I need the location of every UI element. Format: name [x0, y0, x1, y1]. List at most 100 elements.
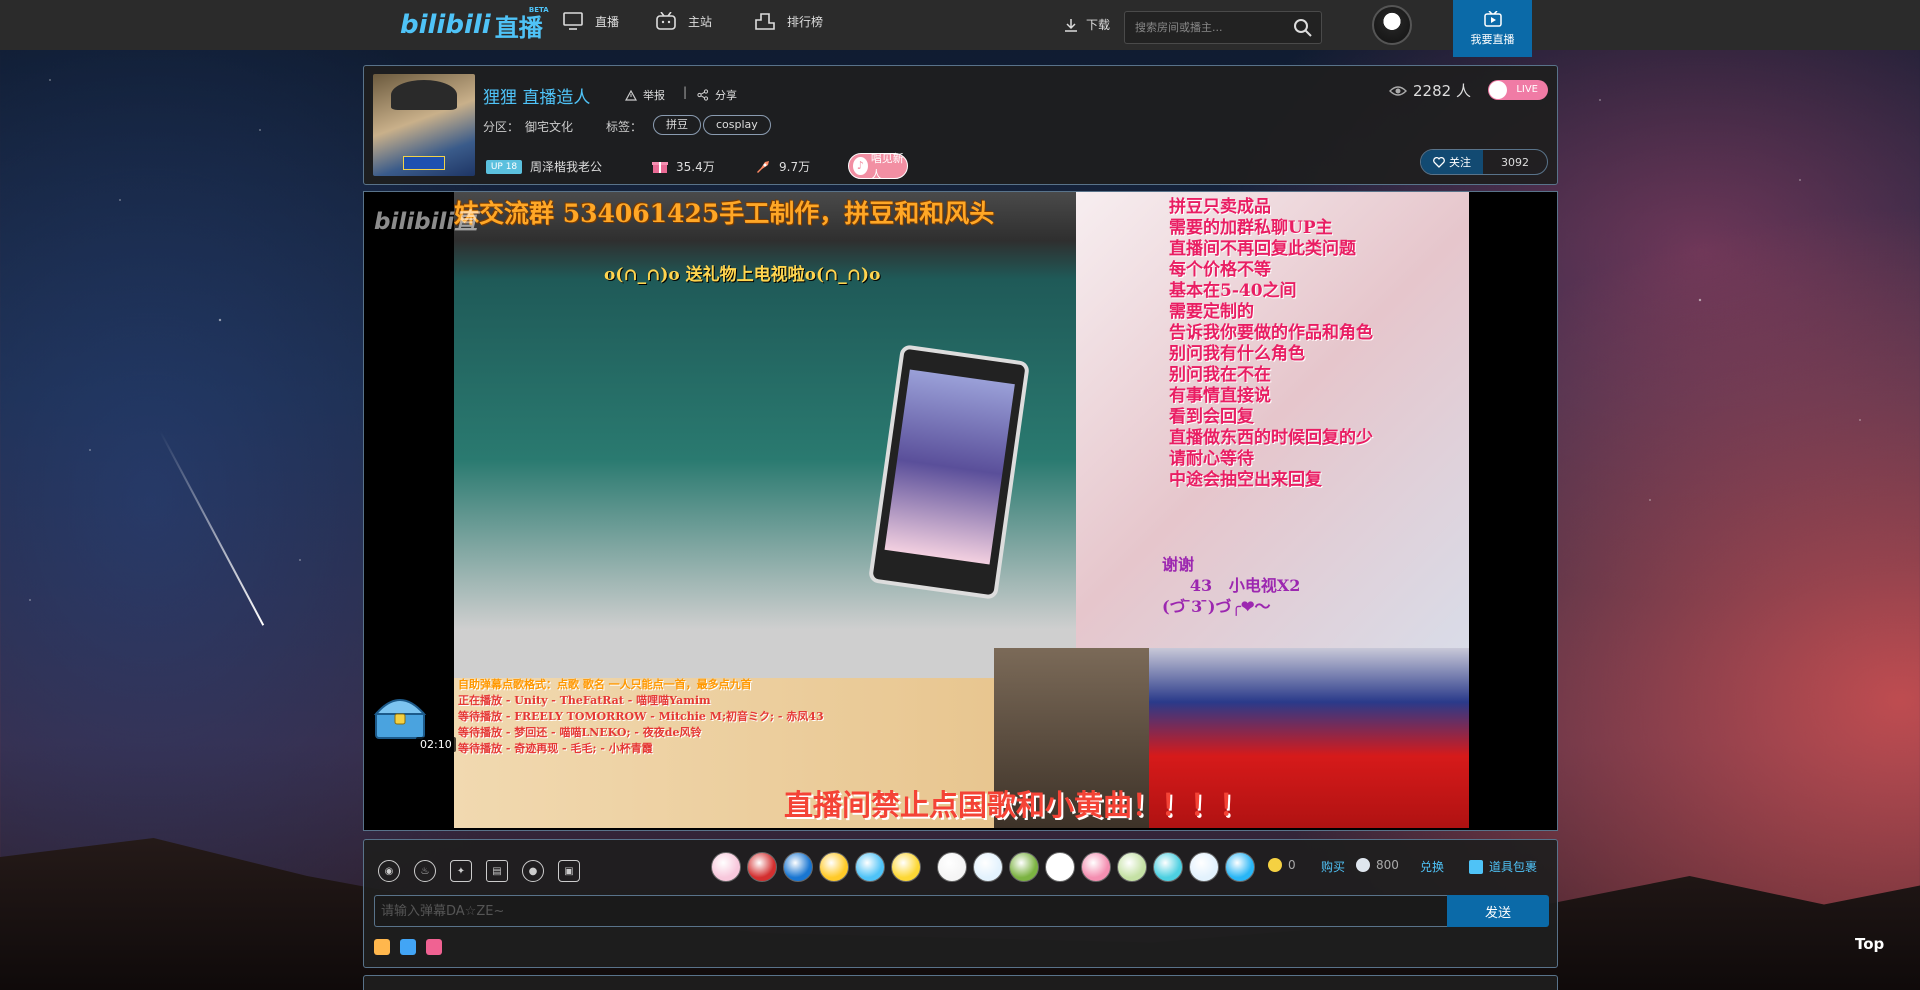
gift-item[interactable] [1045, 852, 1075, 882]
gold-seed-icon [1268, 858, 1282, 872]
separator: | [683, 85, 688, 99]
gift-item[interactable] [855, 852, 885, 882]
top-navbar: bilibili 直播 BETA 直播 主站 排行榜 下载 我要直播 [0, 0, 1920, 57]
download-link[interactable]: 下载 [1064, 16, 1110, 33]
tags-label: 标签： [606, 120, 643, 134]
gift-icon [652, 161, 668, 173]
live-badge-text: LIVE [1516, 84, 1538, 95]
viewer-count-text: 2282 人 [1413, 82, 1471, 100]
cover-hat-shape [391, 80, 457, 110]
nav-item-label: 主站 [688, 14, 713, 29]
share-icon [697, 89, 709, 101]
gift-count: 35.4万 [676, 160, 715, 174]
song-queue: 自助弹幕点歌格式：点歌 歌名 一人只能点一首，最多点九首 正在播放 - Unit… [458, 677, 824, 757]
mini-icon-2[interactable] [400, 939, 416, 955]
gift-item[interactable] [747, 852, 777, 882]
mini-icon-1[interactable] [374, 939, 390, 955]
exchange-link[interactable]: 兑换 [1420, 858, 1444, 875]
follower-count: 3092 [1501, 155, 1529, 169]
video-rules-text: 拼豆只卖成品 需要的加群私聊UP主 直播间不再回复此类问题 每个价格不等 基本在… [1169, 197, 1373, 490]
rocket-count: 9.7万 [779, 160, 811, 174]
silver-seed-count: 800 [1376, 858, 1399, 872]
follow-button[interactable]: 关注 [1421, 150, 1483, 174]
eye-icon [1389, 85, 1407, 96]
toggle-knob [1489, 81, 1507, 99]
search-box [1124, 11, 1322, 44]
danmaku-toggle-icon[interactable]: ◉ [378, 860, 400, 882]
video-player[interactable]: 妹交流群 534061425手工制作，拼豆和和风头 o(∩_∩)o 送礼物上电视… [363, 191, 1558, 831]
tag-pill[interactable]: cosplay [703, 115, 771, 135]
mini-icon-3[interactable] [426, 939, 442, 955]
gift-item[interactable] [1153, 852, 1183, 882]
go-live-button[interactable]: 我要直播 [1453, 0, 1532, 57]
download-label: 下载 [1086, 18, 1111, 32]
rocket-icon [757, 160, 769, 173]
video-thanks-text: 谢谢 43 小电视X2 (づ ̄3 ̄)づ╭❤～ [1162, 555, 1301, 616]
tag-pill[interactable]: 拼豆 [653, 115, 701, 135]
anchor-name[interactable]: 周泽楷我老公 [530, 158, 602, 175]
cover-tag [403, 156, 445, 170]
search-icon[interactable] [1293, 18, 1313, 38]
send-button[interactable]: 发送 [1447, 895, 1549, 927]
chat-input[interactable] [375, 896, 1450, 926]
music-note-icon: ♪ [853, 157, 868, 175]
user-avatar[interactable] [1372, 5, 1412, 45]
video-ban-text: 直播间禁止点国歌和小黄曲！！！！ [784, 788, 1249, 822]
record-icon[interactable]: ● [522, 860, 544, 882]
gold-seed-count: 0 [1288, 858, 1296, 872]
bag-icon [1469, 859, 1483, 874]
singer-badge[interactable]: ♪ 唱见新人 [848, 152, 908, 181]
trash-icon[interactable]: ▤ [486, 860, 508, 882]
monitor-icon [563, 12, 583, 30]
room-area: 分区： 御宅文化 [483, 118, 573, 135]
item-bag-button[interactable]: 道具包裹 [1469, 858, 1537, 875]
video-banner-text: 妹交流群 534061425手工制作，拼豆和和风头 [454, 199, 995, 228]
search-input[interactable] [1125, 12, 1285, 43]
hot-word-icon[interactable]: ♨ [414, 860, 436, 882]
logo-text: bilibili [400, 10, 491, 40]
silver-seed: 800 [1356, 858, 1399, 872]
follow-label: 关注 [1449, 156, 1471, 169]
gift-item[interactable] [1189, 852, 1219, 882]
gift-item[interactable] [891, 852, 921, 882]
area-label: 分区： [483, 120, 520, 134]
nav-item-main[interactable]: 主站 [656, 12, 712, 30]
back-to-top-button[interactable]: Top [1855, 935, 1884, 953]
nav-item-ranking[interactable]: 排行榜 [755, 12, 823, 30]
share-button[interactable]: 分享 [697, 87, 737, 103]
gift-item[interactable] [1117, 852, 1147, 882]
gift-item[interactable] [711, 852, 741, 882]
item-bag-label: 道具包裹 [1489, 860, 1538, 874]
heart-icon [1433, 156, 1445, 168]
gift-item[interactable] [783, 852, 813, 882]
beta-badge: BETA [528, 6, 549, 14]
gift-item[interactable] [1009, 852, 1039, 882]
screenshot-icon[interactable]: ▣ [558, 860, 580, 882]
chat-input-box [374, 895, 1450, 927]
rocket-stat: 9.7万 [755, 158, 810, 175]
viewer-count: 2282 人 [1389, 80, 1471, 101]
gift-stat: 35.4万 [652, 158, 715, 175]
gift-item[interactable] [937, 852, 967, 882]
area-value[interactable]: 御宅文化 [525, 120, 573, 134]
video-frame: 妹交流群 534061425手工制作，拼豆和和风头 o(∩_∩)o 送礼物上电视… [454, 192, 1469, 828]
bilibili-live-logo[interactable]: bilibili 直播 BETA [400, 6, 549, 42]
live-status-toggle: LIVE [1488, 80, 1548, 100]
ranking-icon [755, 13, 775, 30]
gift-item[interactable] [973, 852, 1003, 882]
buy-link[interactable]: 购买 [1321, 858, 1345, 875]
nav-item-live[interactable]: 直播 [563, 12, 619, 30]
palette-icon[interactable]: ✦ [450, 860, 472, 882]
gift-item[interactable] [1081, 852, 1111, 882]
broadcast-icon [1483, 10, 1502, 27]
anchor-cover-image[interactable] [373, 74, 475, 176]
song-queue-header: 自助弹幕点歌格式：点歌 歌名 一人只能点一首，最多点九首 [458, 678, 752, 691]
gold-seed: 0 [1268, 858, 1296, 872]
room-info-panel: 狸狸 直播造人 举报 | 分享 分区： 御宅文化 标签： 拼豆 cosplay 2… [363, 65, 1558, 185]
level-badge: UP 18 [486, 159, 522, 174]
report-button[interactable]: 举报 [625, 87, 665, 103]
anchor-info: UP 18 周泽楷我老公 [486, 158, 602, 175]
gift-item[interactable] [819, 852, 849, 882]
gift-item[interactable] [1225, 852, 1255, 882]
download-icon [1065, 18, 1077, 32]
